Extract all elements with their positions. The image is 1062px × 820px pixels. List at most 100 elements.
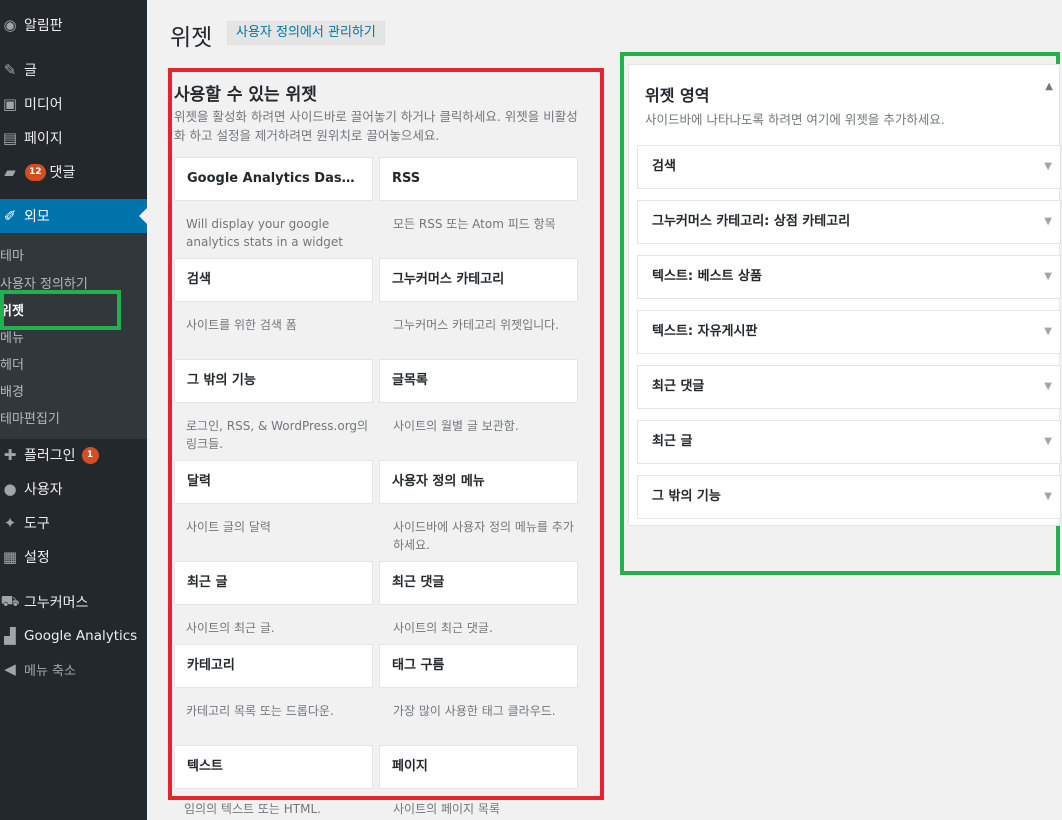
area-widget-item[interactable]: 최근 글 ▼ (637, 420, 1061, 464)
menu-label: 그누커머스 (24, 595, 89, 611)
widget-area-highlight: 위젯 영역 ▲ 사이드바에 나타나도록 하려면 여기에 위젯을 추가하세요. 검… (620, 52, 1061, 575)
menu-dashboard[interactable]: ◉ 알림판 (0, 8, 147, 42)
widget-description: 모든 RSS 또는 Atom 피드 항목 (393, 217, 556, 231)
area-widget-item[interactable]: 텍스트: 자유게시판 ▼ (637, 310, 1061, 354)
menu-gnucommerce[interactable]: ⛟ 그누커머스 (0, 585, 147, 619)
menu-label: 외모 (24, 209, 50, 225)
area-widget-item[interactable]: 그누커머스 카테고리: 상점 카테고리 ▼ (637, 200, 1061, 244)
menu-tools[interactable]: ✦ 도구 (0, 506, 147, 540)
page-title: 위젯 (170, 25, 213, 51)
available-widgets-panel: 사용할 수 있는 위젯 위젯을 활성화 하려면 사이드바로 끌어놓기 하거나 클… (168, 68, 604, 800)
menu-label: 메뉴 축소 (24, 663, 76, 679)
area-widget-item[interactable]: 최근 댓글 ▼ (637, 365, 1061, 409)
widget-card[interactable]: 페이지 (379, 745, 578, 789)
menu-label: 알림판 (24, 18, 63, 34)
admin-sidebar: ◉ 알림판 ✎ 글 ▣ 미디어 ▤ 페이지 ▰ 12 댓글 ✐ 외모 테마 사용… (0, 0, 147, 820)
widget-area-description: 사이드바에 나타나도록 하려면 여기에 위젯을 추가하세요. (645, 112, 945, 127)
collapse-icon: ◀ (4, 660, 16, 678)
widget-card[interactable]: Google Analytics Dashbo... (174, 157, 373, 201)
menu-label: 사용자 (24, 482, 63, 498)
menu-label: 설정 (24, 550, 50, 566)
menu-label: 도구 (24, 516, 50, 532)
widget-card[interactable]: 달력 (174, 460, 373, 504)
expand-arrow-icon[interactable]: ▼ (1044, 311, 1052, 353)
expand-arrow-icon[interactable]: ▼ (1044, 201, 1052, 243)
widget-card[interactable]: RSS (379, 157, 578, 201)
media-icon: ▣ (2, 95, 18, 113)
widget-card[interactable]: 최근 댓글 (379, 561, 578, 605)
collapse-arrow-icon[interactable]: ▲ (1045, 81, 1053, 92)
menu-label: Google Analytics (24, 628, 138, 644)
widget-description: 가장 많이 사용한 태그 클라우드. (393, 704, 556, 718)
widget-description: 그누커머스 카테고리 위젯입니다. (393, 318, 560, 332)
submenu-themes[interactable]: 테마 (0, 245, 24, 264)
expand-arrow-icon[interactable]: ▼ (1044, 366, 1052, 408)
analytics-icon: ▟ (4, 627, 16, 645)
submenu-background[interactable]: 배경 (0, 381, 24, 400)
menu-label: 글 (24, 63, 37, 79)
widget-description: Will display your google analytics stats… (186, 217, 343, 249)
widget-description: 사이트 글의 달력 (186, 520, 271, 534)
menu-label: 미디어 (24, 97, 63, 113)
widget-card[interactable]: 태그 구름 (379, 644, 578, 688)
area-widget-item[interactable]: 검색 ▼ (637, 145, 1061, 189)
menu-label: 댓글 (49, 165, 76, 181)
expand-arrow-icon[interactable]: ▼ (1044, 421, 1052, 463)
widget-description: 사이트의 페이지 목록 (393, 802, 500, 816)
tools-icon: ✦ (3, 514, 17, 532)
menu-plugins[interactable]: ✚ 플러그인 1 (0, 438, 147, 472)
widget-card[interactable]: 최근 글 (174, 561, 373, 605)
expand-arrow-icon[interactable]: ▼ (1044, 256, 1052, 298)
dashboard-icon: ◉ (3, 16, 17, 34)
widget-description: 로그인, RSS, & WordPress.org의 링크들. (186, 419, 369, 451)
menu-settings[interactable]: ▦ 설정 (0, 540, 147, 574)
page-icon: ▤ (2, 129, 18, 147)
expand-arrow-icon[interactable]: ▼ (1044, 476, 1052, 518)
area-widget-label: 최근 글 (652, 434, 693, 449)
available-widgets-title: 사용할 수 있는 위젯 (174, 85, 317, 105)
widget-area-title[interactable]: 위젯 영역 (645, 82, 709, 106)
cart-icon: ⛟ (0, 592, 20, 610)
plugin-update-badge: 1 (81, 446, 99, 464)
menu-media[interactable]: ▣ 미디어 (0, 87, 147, 121)
menu-pages[interactable]: ▤ 페이지 (0, 121, 147, 155)
area-widget-label: 텍스트: 자유게시판 (652, 324, 758, 339)
menu-label: 페이지 (24, 131, 63, 147)
widget-card[interactable]: 글목록 (379, 359, 578, 403)
submenu-header[interactable]: 헤더 (0, 354, 24, 373)
menu-users[interactable]: ● 사용자 (0, 472, 147, 506)
widget-description: 사이트의 최근 댓글. (393, 621, 493, 635)
area-widget-label: 그 밖의 기능 (652, 489, 721, 504)
menu-appearance[interactable]: ✐ 외모 (0, 199, 147, 233)
expand-arrow-icon[interactable]: ▼ (1044, 146, 1052, 188)
widget-description: 사이트의 월별 글 보관함. (393, 419, 519, 433)
pin-icon: ✎ (3, 61, 17, 79)
widget-description: 사이트를 위한 검색 폼 (186, 318, 297, 332)
widget-description: 사이드바에 사용자 정의 메뉴를 추가하세요. (393, 520, 574, 552)
area-widget-label: 텍스트: 베스트 상품 (652, 269, 762, 284)
widget-card[interactable]: 검색 (174, 258, 373, 302)
widget-card[interactable]: 텍스트 (174, 745, 373, 789)
appearance-submenu: 테마 사용자 정의하기 위젯 메뉴 헤더 배경 테마편집기 (0, 233, 147, 439)
widget-description: 임의의 텍스트 또는 HTML. (184, 802, 321, 816)
settings-icon: ▦ (2, 548, 18, 566)
widget-card[interactable]: 그누커머스 카테고리 (379, 258, 578, 302)
widget-card[interactable]: 카테고리 (174, 644, 373, 688)
submenu-theme-editor[interactable]: 테마편집기 (0, 408, 60, 427)
menu-label: 플러그인 (24, 448, 76, 464)
widget-area-panel: 위젯 영역 ▲ 사이드바에 나타나도록 하려면 여기에 위젯을 추가하세요. 검… (628, 64, 1061, 526)
appearance-icon: ✐ (3, 207, 17, 225)
widget-card[interactable]: 그 밖의 기능 (174, 359, 373, 403)
comment-icon: ▰ (4, 163, 16, 181)
area-widget-label: 검색 (652, 159, 676, 174)
widget-card[interactable]: 사용자 정의 메뉴 (379, 460, 578, 504)
area-widget-item[interactable]: 텍스트: 베스트 상품 ▼ (637, 255, 1061, 299)
manage-in-customizer-button[interactable]: 사용자 정의에서 관리하기 (227, 21, 385, 45)
menu-google-analytics[interactable]: ▟ Google Analytics (0, 619, 147, 653)
active-indicator (139, 208, 147, 224)
menu-posts[interactable]: ✎ 글 (0, 53, 147, 87)
area-widget-item[interactable]: 그 밖의 기능 ▼ (637, 475, 1061, 519)
menu-comments[interactable]: ▰ 12 댓글 (0, 155, 147, 189)
available-widgets-description: 위젯을 활성화 하려면 사이드바로 끌어놓기 하거나 클릭하세요. 위젯을 비활… (174, 109, 578, 143)
menu-collapse[interactable]: ◀ 메뉴 축소 (0, 652, 147, 686)
